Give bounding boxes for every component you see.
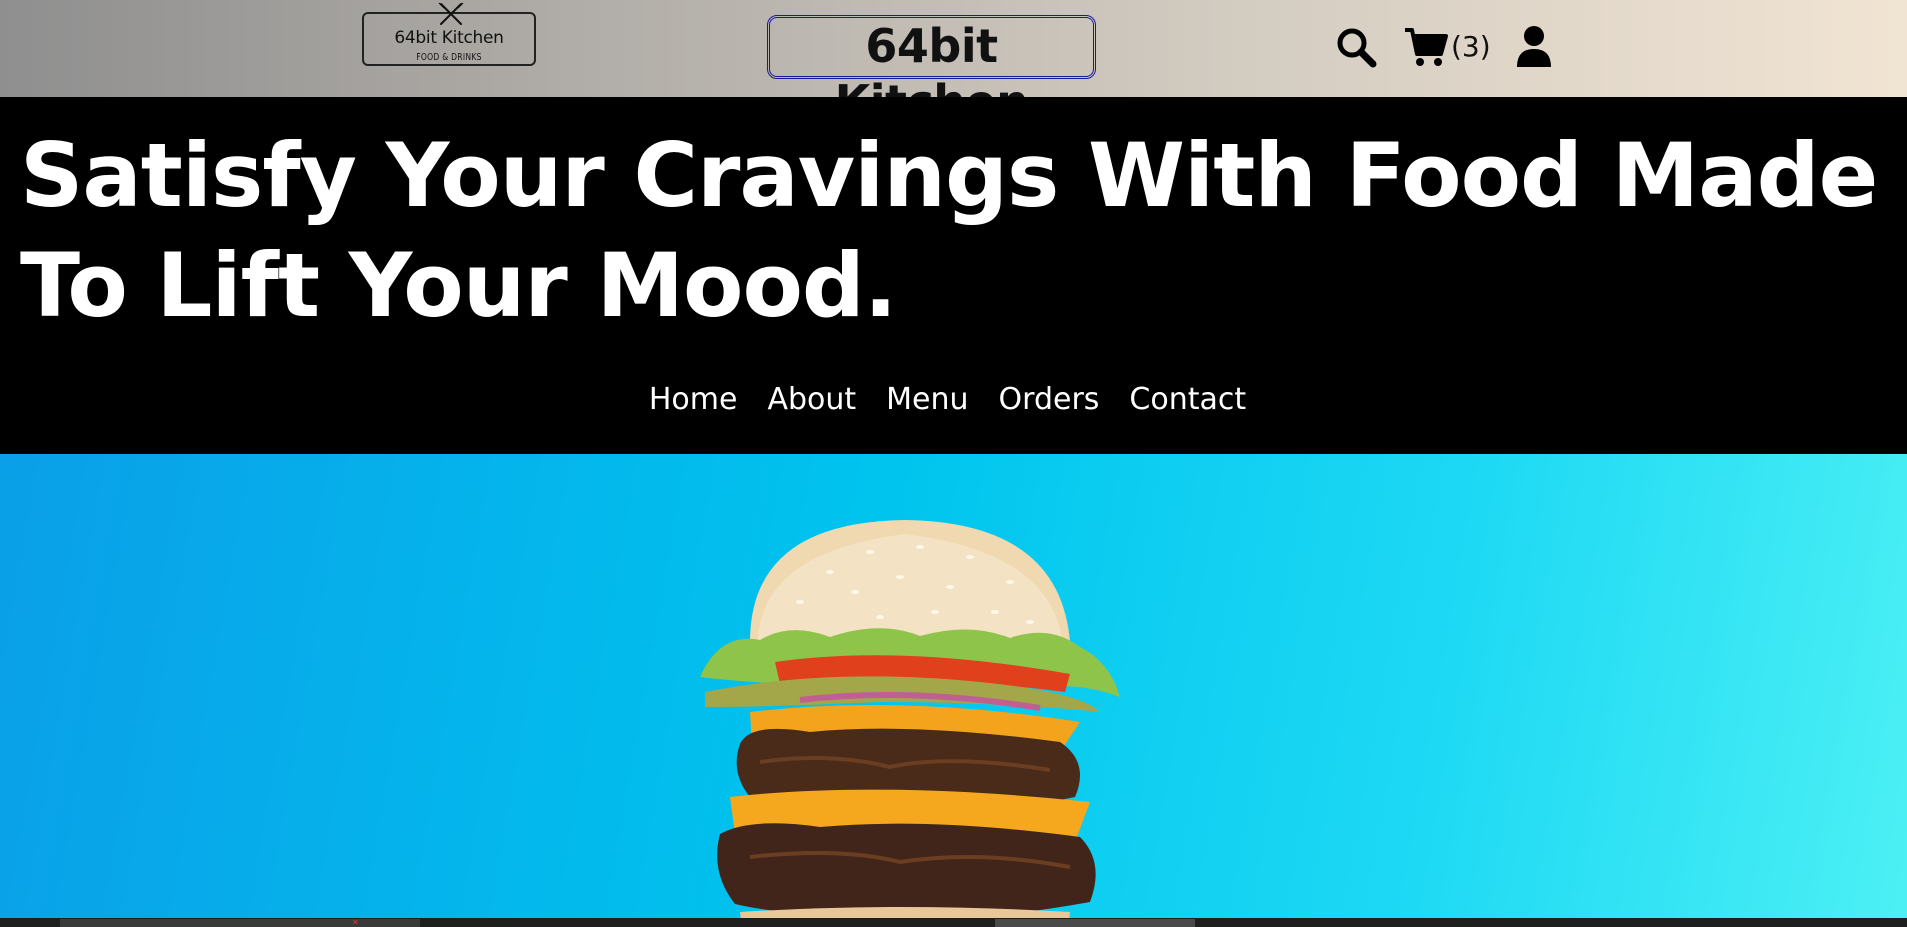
logo[interactable]: 64bit Kitchen FOOD & DRINKS — [362, 2, 536, 66]
nav-home[interactable]: Home — [649, 383, 738, 417]
site-title[interactable]: 64bit Kitchen — [767, 15, 1096, 129]
nav-orders[interactable]: Orders — [999, 383, 1100, 417]
nav-contact[interactable]: Contact — [1129, 383, 1246, 417]
nav-about[interactable]: About — [767, 383, 856, 417]
cart-count: (3) — [1451, 30, 1491, 63]
main-nav: Home About Menu Orders Contact — [0, 383, 1895, 417]
cutlery-icon — [438, 2, 464, 25]
burger-image — [700, 520, 1120, 918]
hero-section: Satisfy Your Cravings With Food Made To … — [0, 97, 1907, 454]
nav-menu[interactable]: Menu — [886, 383, 968, 417]
logo-name: 64bit Kitchen — [394, 28, 504, 48]
page: 64bit Kitchen FOOD & DRINKS 64bit Kitche… — [0, 0, 1907, 927]
close-icon[interactable]: ✕ — [352, 919, 359, 927]
taskbar-item[interactable] — [60, 919, 420, 927]
account-button[interactable] — [1515, 22, 1555, 72]
hero-banner — [0, 454, 1907, 918]
logo-tagline: FOOD & DRINKS — [416, 52, 482, 63]
os-taskbar: ✕ — [0, 918, 1907, 927]
taskbar-item[interactable] — [995, 919, 1195, 927]
search-icon — [1337, 28, 1377, 68]
site-header: 64bit Kitchen FOOD & DRINKS 64bit Kitche… — [0, 0, 1907, 129]
search-button[interactable] — [1335, 22, 1379, 72]
hero-headline: Satisfy Your Cravings With Food Made To … — [20, 124, 1878, 337]
cart-button[interactable]: (3) — [1403, 22, 1513, 72]
cart-icon — [1405, 28, 1448, 66]
user-icon — [1517, 26, 1551, 67]
